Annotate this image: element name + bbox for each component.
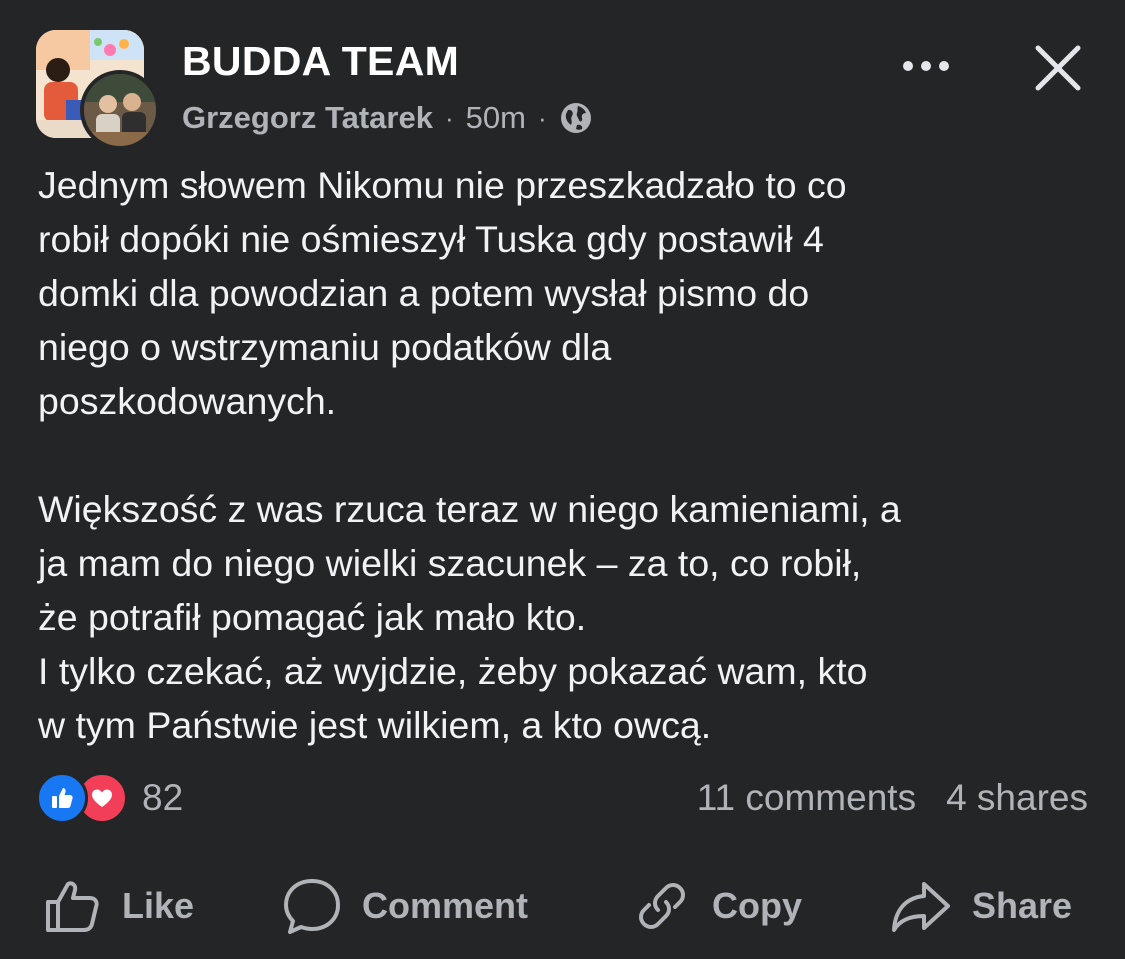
- link-icon: [639, 883, 685, 929]
- meta-separator: ·: [444, 102, 454, 133]
- post-text: Jednym słowem Nikomu nie przeszkadzało t…: [38, 158, 1098, 752]
- more-icon: [903, 61, 949, 71]
- copy-label: Copy: [712, 885, 802, 926]
- comments-count[interactable]: 11 comments: [697, 777, 916, 819]
- post-header: BUDDA TEAM Grzegorz Tatarek · 50m ·: [0, 0, 1125, 150]
- avatar-group[interactable]: [36, 30, 160, 150]
- author-avatar[interactable]: [80, 70, 160, 150]
- thumbs-up-icon: [46, 881, 99, 932]
- comment-label: Comment: [362, 885, 529, 926]
- meta-separator: ·: [537, 102, 547, 133]
- reaction-count: 82: [142, 777, 184, 818]
- author-name[interactable]: Grzegorz Tatarek: [182, 100, 433, 136]
- post-paragraph: Jednym słowem Nikomu nie przeszkadzało t…: [38, 164, 847, 422]
- action-bar: Like Comment Copy Share: [0, 866, 1125, 946]
- globe-icon: [559, 101, 593, 135]
- post-paragraph: Większość z was rzuca teraz w niego kami…: [38, 488, 901, 746]
- share-button[interactable]: Share: [890, 866, 1072, 946]
- post-meta: Grzegorz Tatarek · 50m ·: [182, 96, 593, 140]
- close-icon: [1035, 45, 1081, 91]
- comment-button[interactable]: Comment: [282, 866, 528, 946]
- shares-count[interactable]: 4 shares: [946, 777, 1088, 819]
- copy-button[interactable]: Copy: [632, 866, 802, 946]
- share-label: Share: [972, 885, 1073, 926]
- like-button[interactable]: Like: [42, 866, 194, 946]
- group-name[interactable]: BUDDA TEAM: [182, 38, 459, 85]
- close-button[interactable]: [1030, 40, 1086, 96]
- like-label: Like: [122, 885, 195, 926]
- more-options-button[interactable]: [896, 46, 960, 86]
- like-icon: [36, 772, 88, 824]
- share-icon: [892, 882, 950, 932]
- engagement-counts: 11 comments 4 shares: [697, 774, 1088, 822]
- comment-icon: [284, 879, 340, 934]
- reactions-summary[interactable]: 82: [36, 772, 184, 824]
- post-stats: 82 11 comments 4 shares: [36, 770, 1088, 826]
- post-time[interactable]: 50m: [466, 100, 526, 136]
